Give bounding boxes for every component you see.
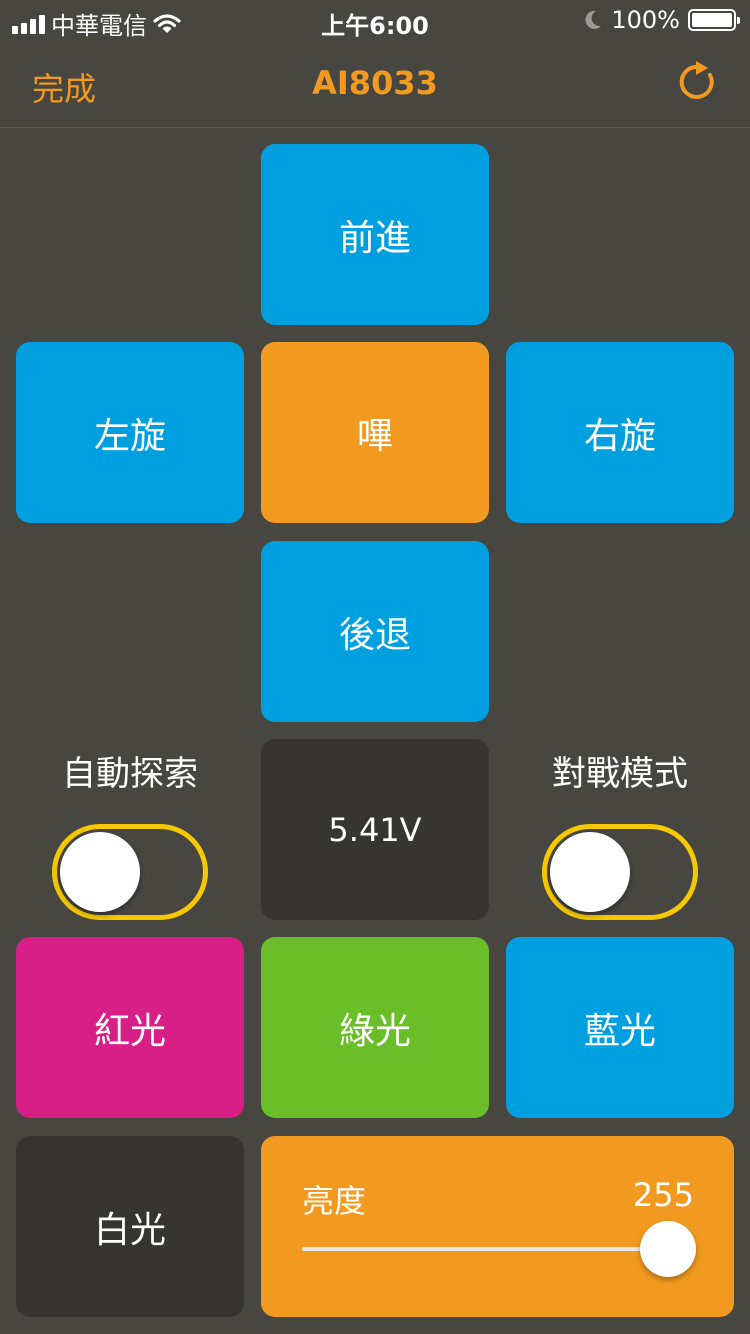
battery-percent: 100% [611,6,680,34]
auto-explore-toggle[interactable] [52,824,208,920]
forward-button[interactable]: 前進 [261,144,489,325]
backward-label: 後退 [338,614,411,656]
battery-icon [688,9,740,31]
toggle-knob [550,832,630,912]
rotate-right-label: 右旋 [583,415,656,457]
rotate-left-label: 左旋 [93,415,166,457]
page-title: AI8033 [312,64,438,102]
red-light-label: 紅光 [93,1010,166,1052]
status-right: 100% [583,6,740,34]
blue-light-label: 藍光 [583,1010,656,1052]
white-light-button[interactable]: 白光 [16,1136,244,1317]
battle-mode-label: 對戰模式 [552,754,688,794]
brightness-slider-track[interactable] [302,1247,668,1251]
backward-button[interactable]: 後退 [261,541,489,722]
rotate-left-button[interactable]: 左旋 [16,342,244,523]
brightness-slider-thumb[interactable] [640,1221,696,1277]
voltage-display: 5.41V [261,739,489,920]
battle-mode-toggle[interactable] [542,824,698,920]
refresh-icon[interactable] [676,60,720,104]
forward-label: 前進 [338,217,411,259]
blue-light-button[interactable]: 藍光 [506,937,734,1118]
green-light-label: 綠光 [338,1010,411,1052]
beep-label: 嗶 [356,415,393,457]
white-light-label: 白光 [93,1209,166,1251]
toggle-knob [60,832,140,912]
red-light-button[interactable]: 紅光 [16,937,244,1118]
voltage-value: 5.41V [328,811,422,849]
green-light-button[interactable]: 綠光 [261,937,489,1118]
status-bar: 中華電信 上午6:00 100% [0,0,750,40]
rotate-right-button[interactable]: 右旋 [506,342,734,523]
brightness-label: 亮度 [302,1182,367,1220]
auto-explore-label: 自動探索 [62,754,198,794]
moon-icon [585,10,602,29]
brightness-value: 255 [632,1176,694,1214]
beep-button[interactable]: 嗶 [261,342,489,523]
nav-bar: 完成 AI8033 [0,40,750,128]
